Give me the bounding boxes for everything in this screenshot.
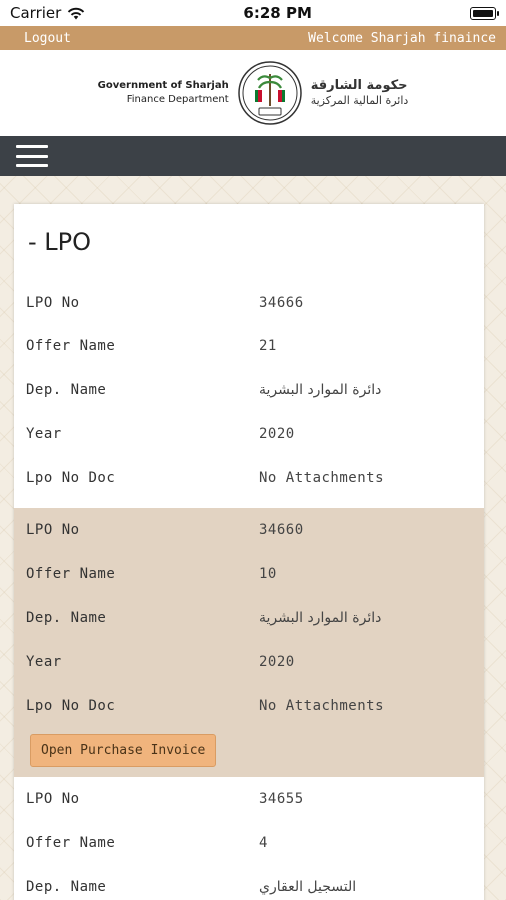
status-time: 6:28 PM: [243, 4, 312, 22]
field-value: No Attachments: [259, 470, 385, 486]
wifi-icon: [68, 7, 85, 19]
status-left: Carrier: [10, 4, 85, 22]
gov-ar-line1: حكومة الشارقة: [310, 78, 408, 93]
page-title: - LPO: [28, 228, 92, 256]
field-value: 4: [259, 835, 268, 851]
field-label: LPO No: [26, 295, 80, 311]
offer-name-row: Offer Name 4: [26, 821, 472, 865]
open-purchase-invoice-button[interactable]: Open Purchase Invoice: [30, 734, 217, 767]
dep-name-row: Dep. Name دائرة الموارد البشرية: [26, 368, 472, 412]
lpo-no-row: LPO No 34666: [26, 282, 472, 324]
field-label: Offer Name: [26, 338, 116, 354]
field-value: 34655: [259, 791, 304, 807]
field-value: دائرة الموارد البشرية: [259, 382, 382, 398]
gov-en-name: Government of Sharjah Finance Department: [98, 79, 229, 107]
field-value: دائرة الموارد البشرية: [259, 610, 382, 626]
field-value: 10: [259, 566, 277, 582]
field-value: 21: [259, 338, 277, 354]
field-value: 34666: [259, 295, 304, 311]
field-label: Year: [26, 654, 62, 670]
field-label: Dep. Name: [26, 879, 107, 895]
field-value: No Attachments: [259, 698, 385, 714]
dep-name-row: Dep. Name دائرة الموارد البشرية: [26, 596, 472, 640]
gov-en-line1: Government of Sharjah: [97, 80, 229, 91]
nav-bar: [0, 136, 506, 176]
dep-name-row: Dep. Name التسجيل العقاري: [26, 865, 472, 900]
menu-icon[interactable]: [16, 145, 48, 167]
offer-name-row: Offer Name 21: [26, 324, 472, 368]
year-row: Year 2020: [26, 412, 472, 456]
welcome-text: Welcome Sharjah finaince: [308, 30, 496, 46]
field-label: Offer Name: [26, 835, 116, 851]
lpo-card: - LPO LPO No 34666 Offer Name 21 Dep. Name…: [14, 204, 484, 900]
lpo-record: LPO No 34666 Offer Name 21 Dep. Name دائرة …: [14, 282, 484, 500]
field-value: التسجيل العقاري: [259, 879, 357, 895]
offer-name-row: Offer Name 10: [26, 552, 472, 596]
field-value: 2020: [259, 654, 295, 670]
field-label: Offer Name: [26, 566, 116, 582]
field-label: LPO No: [26, 522, 80, 538]
field-label: Dep. Name: [26, 382, 107, 398]
status-bar: Carrier 6:28 PM: [0, 0, 506, 26]
top-bar: Logout Welcome Sharjah finaince: [0, 26, 506, 50]
carrier-label: Carrier: [10, 4, 62, 22]
battery-icon: [469, 6, 499, 20]
field-label: Lpo No Doc: [26, 698, 116, 714]
lpo-record: LPO No 34660 Offer Name 10 Dep. Name دائرة …: [14, 508, 484, 777]
field-value: 2020: [259, 426, 295, 442]
gov-ar-name: حكومة الشارقة دائرة المالية المركزية: [311, 78, 409, 108]
sharjah-emblem-icon: [237, 61, 302, 125]
lpo-no-row: LPO No 34655: [26, 777, 472, 821]
gov-ar-line2: دائرة المالية المركزية: [310, 94, 409, 107]
field-label: LPO No: [26, 791, 80, 807]
field-label: Year: [26, 426, 62, 442]
field-label: Dep. Name: [26, 610, 107, 626]
field-label: Lpo No Doc: [26, 470, 116, 486]
lpo-no-row: LPO No 34660: [26, 508, 472, 552]
year-row: Year 2020: [26, 640, 472, 684]
field-value: 34660: [259, 522, 304, 538]
gov-en-line2: Finance Department: [126, 94, 229, 105]
lpo-doc-row: Lpo No Doc No Attachments: [26, 456, 472, 500]
lpo-doc-row: Lpo No Doc No Attachments: [26, 684, 472, 728]
header: Government of Sharjah Finance Department…: [0, 50, 506, 136]
lpo-record: LPO No 34655 Offer Name 4 Dep. Name التسجيل…: [14, 777, 484, 900]
logout-link[interactable]: Logout: [24, 31, 71, 46]
